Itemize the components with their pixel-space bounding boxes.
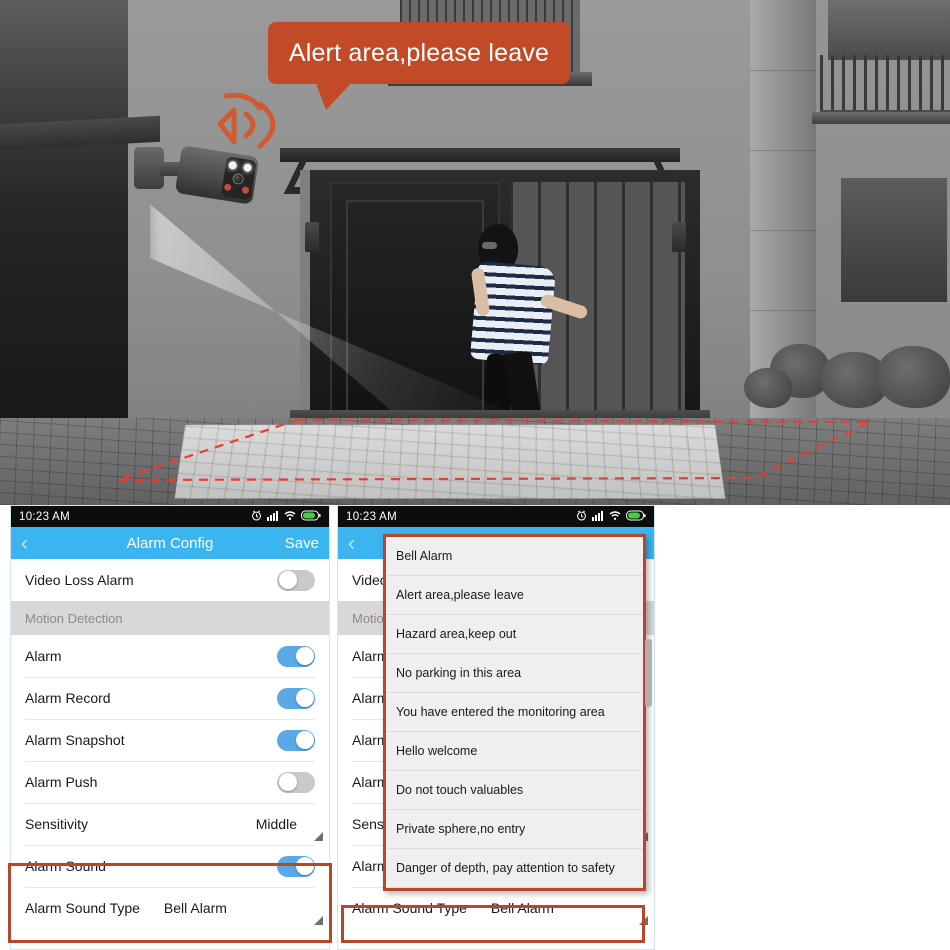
page-title: Alarm Config	[126, 534, 214, 552]
option-label: No parking in this area	[396, 666, 522, 680]
dropdown-scrollbar[interactable]	[645, 639, 652, 707]
alarm-clock-icon	[576, 509, 587, 524]
dropdown-option-private-sphere[interactable]: Private sphere,no entry	[386, 810, 643, 849]
save-button[interactable]: Save	[285, 535, 319, 552]
security-camera-icon	[134, 143, 260, 221]
dropdown-option-hazard-area[interactable]: Hazard area,keep out	[386, 615, 643, 654]
option-label: Do not touch valuables	[396, 783, 524, 797]
wall-lamp-right	[672, 222, 686, 252]
row-label: Alarm Sound Type	[352, 900, 467, 916]
dropdown-option-alert-area[interactable]: Alert area,please leave	[386, 576, 643, 615]
row-label: Sensitivity	[25, 816, 89, 832]
dropdown-option-entered-monitoring-area[interactable]: You have entered the monitoring area	[386, 693, 643, 732]
detection-zone-overlay	[0, 400, 950, 505]
phone-screen-alarm-config: 10:23 AM ‹ Alarm Config Save Video Loss …	[10, 505, 330, 950]
resize-corner-icon	[314, 832, 323, 841]
option-label: Bell Alarm	[396, 549, 453, 563]
option-label: Hazard area,keep out	[396, 627, 517, 641]
speech-bubble-text: Alert area,please leave	[288, 38, 550, 67]
option-label: Danger of depth, pay attention to safety	[396, 861, 615, 875]
wifi-icon	[284, 510, 296, 524]
alarm-sound-toggle[interactable]	[277, 855, 315, 877]
speech-bubble: Alert area,please leave	[268, 22, 570, 84]
wifi-icon	[609, 510, 621, 524]
navbar-left: ‹ Alarm Config Save	[11, 527, 329, 559]
battery-icon	[301, 510, 321, 524]
status-bar-right: 10:23 AM	[338, 506, 654, 527]
status-clock: 10:23 AM	[346, 510, 397, 523]
row-label: Alarm Record	[25, 690, 111, 706]
battery-icon	[626, 510, 646, 524]
resize-corner-icon	[314, 916, 323, 925]
sensitivity-value[interactable]: Middle	[256, 816, 315, 832]
option-label: Private sphere,no entry	[396, 822, 526, 836]
row-label: Alarm	[25, 648, 62, 664]
wall-lamp-left	[305, 222, 319, 252]
row-label: Alarm Sound Type	[25, 900, 140, 916]
option-label: You have entered the monitoring area	[396, 705, 605, 719]
alarm-record-toggle[interactable]	[277, 687, 315, 709]
status-bar-left: 10:23 AM	[11, 506, 329, 527]
row-alarm-sound-type[interactable]: Alarm Sound Type Bell Alarm	[338, 887, 654, 929]
dropdown-option-do-not-touch-valuables[interactable]: Do not touch valuables	[386, 771, 643, 810]
option-label: Alert area,please leave	[396, 588, 524, 602]
row-alarm-sound-type[interactable]: Alarm Sound Type Bell Alarm	[11, 887, 329, 929]
row-label: Alarm Sound	[25, 858, 106, 874]
row-sensitivity[interactable]: Sensitivity Middle	[11, 803, 329, 845]
status-clock: 10:23 AM	[19, 510, 70, 523]
app-screenshots-section: 10:23 AM ‹ Alarm Config Save Video Loss …	[0, 505, 950, 950]
right-upper-window	[828, 0, 950, 60]
resize-corner-icon	[639, 916, 648, 925]
dropdown-option-hello-welcome[interactable]: Hello welcome	[386, 732, 643, 771]
alarm-clock-icon	[251, 509, 262, 524]
right-lower-window	[838, 175, 950, 305]
alarm-toggle[interactable]	[277, 645, 315, 667]
bush-3	[876, 346, 950, 408]
row-alarm-push[interactable]: Alarm Push	[11, 761, 329, 803]
row-alarm-record[interactable]: Alarm Record	[11, 677, 329, 719]
sound-waves-icon	[212, 90, 302, 154]
alarm-push-toggle[interactable]	[277, 771, 315, 793]
alarm-snapshot-toggle[interactable]	[277, 729, 315, 751]
video-loss-alarm-toggle[interactable]	[277, 569, 315, 591]
section-label: Motion Detection	[25, 610, 123, 626]
signal-bars-icon	[592, 510, 604, 524]
signal-bars-icon	[267, 510, 279, 524]
row-label: Alarm Snapshot	[25, 732, 125, 748]
alarm-sound-type-value[interactable]: Bell Alarm	[491, 900, 640, 916]
row-video-loss-alarm[interactable]: Video Loss Alarm	[11, 559, 329, 601]
dropdown-option-no-parking[interactable]: No parking in this area	[386, 654, 643, 693]
balcony-railing	[820, 55, 950, 115]
row-label: Video Loss Alarm	[25, 572, 134, 588]
section-motion-detection: Motion Detection	[11, 601, 329, 635]
dropdown-option-danger-of-depth[interactable]: Danger of depth, pay attention to safety	[386, 849, 643, 888]
option-label: Hello welcome	[396, 744, 478, 758]
row-alarm-sound[interactable]: Alarm Sound	[11, 845, 329, 887]
alarm-sound-type-value[interactable]: Bell Alarm	[164, 900, 315, 916]
phone-screen-sound-type-dropdown: 10:23 AM ‹ Video Motion Alarm Alarm Alar…	[337, 505, 655, 950]
balcony-sill	[812, 112, 950, 124]
hero-scene-photo: Alert area,please leave	[0, 0, 950, 505]
row-label: Alarm Push	[25, 774, 98, 790]
row-alarm-snapshot[interactable]: Alarm Snapshot	[11, 719, 329, 761]
row-alarm[interactable]: Alarm	[11, 635, 329, 677]
dropdown-option-bell-alarm[interactable]: Bell Alarm	[386, 537, 643, 576]
back-button[interactable]: ‹	[348, 533, 355, 554]
alarm-sound-type-dropdown[interactable]: Bell Alarm Alert area,please leave Hazar…	[383, 534, 652, 891]
